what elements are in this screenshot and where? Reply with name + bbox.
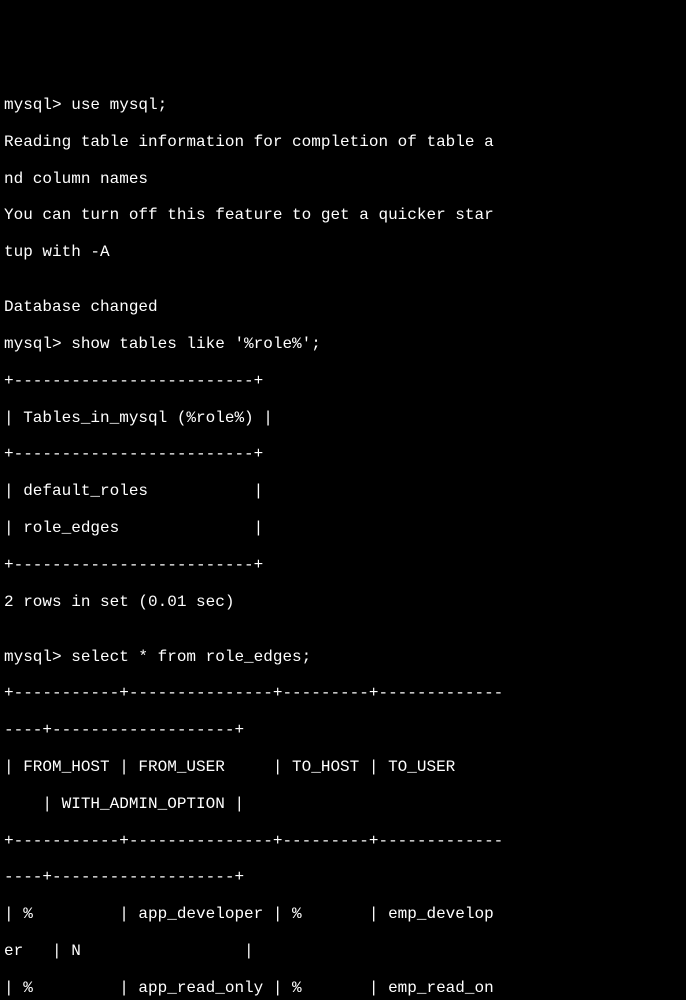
terminal-line: | FROM_HOST | FROM_USER | TO_HOST | TO_U… xyxy=(4,758,682,776)
terminal-line: tup with -A xyxy=(4,243,682,261)
terminal-line: +-------------------------+ xyxy=(4,445,682,463)
terminal-line: Reading table information for completion… xyxy=(4,133,682,151)
terminal-line: You can turn off this feature to get a q… xyxy=(4,206,682,224)
terminal-line: +-----------+---------------+---------+-… xyxy=(4,832,682,850)
terminal-line: Database changed xyxy=(4,298,682,316)
terminal-line: ----+-------------------+ xyxy=(4,868,682,886)
terminal-line: | role_edges | xyxy=(4,519,682,537)
terminal-line: | % | app_developer | % | emp_develop xyxy=(4,905,682,923)
terminal-line: | Tables_in_mysql (%role%) | xyxy=(4,409,682,427)
terminal-line: er | N | xyxy=(4,942,682,960)
terminal-line: +-------------------------+ xyxy=(4,372,682,390)
terminal-line: mysql> show tables like '%role%'; xyxy=(4,335,682,353)
terminal-line: +-----------+---------------+---------+-… xyxy=(4,684,682,702)
terminal-output[interactable]: mysql> use mysql; Reading table informat… xyxy=(4,78,682,1000)
terminal-line: 2 rows in set (0.01 sec) xyxy=(4,593,682,611)
terminal-line: nd column names xyxy=(4,170,682,188)
terminal-line: | WITH_ADMIN_OPTION | xyxy=(4,795,682,813)
terminal-line: | % | app_read_only | % | emp_read_on xyxy=(4,979,682,997)
terminal-line: ----+-------------------+ xyxy=(4,721,682,739)
terminal-line: mysql> select * from role_edges; xyxy=(4,648,682,666)
terminal-line: mysql> use mysql; xyxy=(4,96,682,114)
terminal-line: +-------------------------+ xyxy=(4,556,682,574)
terminal-line: | default_roles | xyxy=(4,482,682,500)
